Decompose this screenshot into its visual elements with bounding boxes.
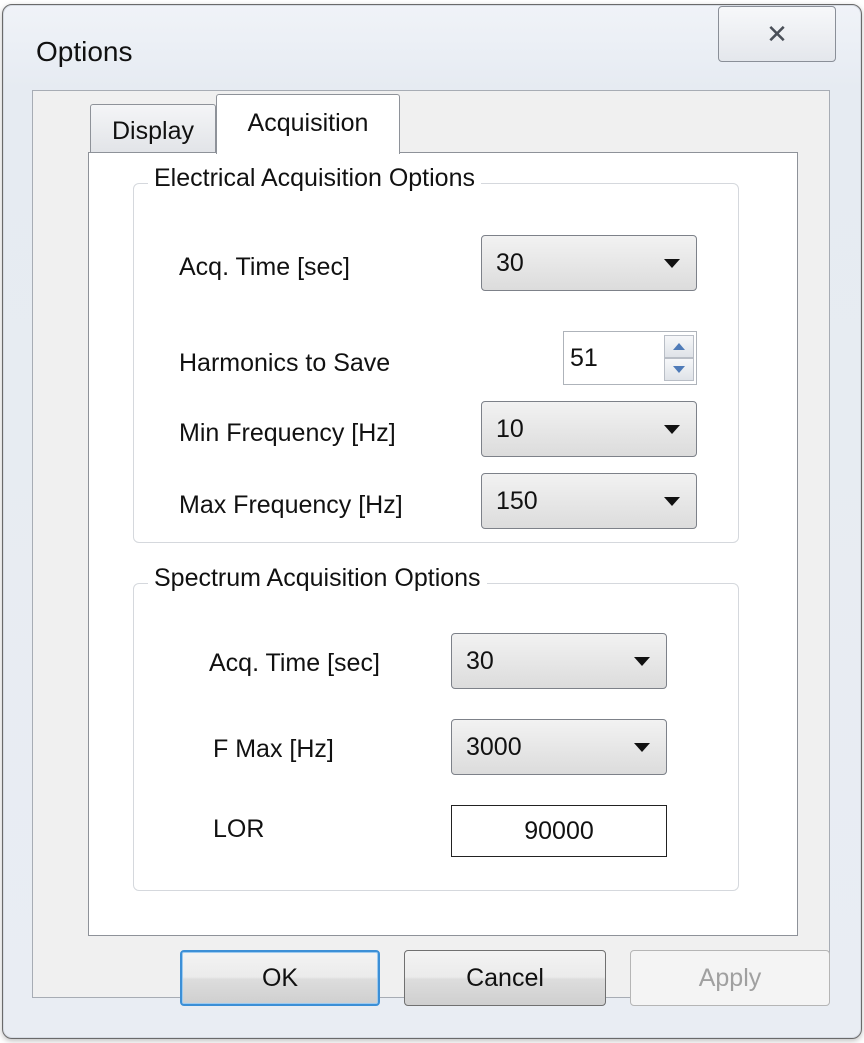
- tab-acquisition[interactable]: Acquisition: [216, 94, 400, 154]
- min-frequency-value: 10: [496, 414, 524, 443]
- electrical-acq-time-select[interactable]: 30: [481, 235, 697, 291]
- spin-down-button[interactable]: [664, 358, 694, 381]
- max-frequency-value: 150: [496, 486, 538, 515]
- ok-button[interactable]: OK: [180, 950, 380, 1006]
- spin-up-button[interactable]: [664, 335, 694, 358]
- spin-down-icon: [673, 366, 685, 373]
- fmax-select[interactable]: 3000: [451, 719, 667, 775]
- chevron-down-icon: [634, 657, 650, 666]
- spectrum-acq-time-value: 30: [466, 646, 494, 675]
- tab-display[interactable]: Display: [90, 104, 216, 152]
- close-button[interactable]: ✕: [718, 6, 836, 62]
- min-frequency-label: Min Frequency [Hz]: [179, 419, 396, 447]
- spectrum-acq-time-label: Acq. Time [sec]: [209, 649, 380, 677]
- harmonics-value: 51: [570, 343, 598, 372]
- cancel-button[interactable]: Cancel: [404, 950, 606, 1006]
- harmonics-label: Harmonics to Save: [179, 349, 391, 377]
- lor-input[interactable]: 90000: [451, 805, 667, 857]
- spectrum-group-legend: Spectrum Acquisition Options: [148, 564, 487, 593]
- harmonics-stepper[interactable]: 51: [563, 331, 697, 385]
- tab-acquisition-label: Acquisition: [247, 109, 369, 137]
- spin-up-icon: [673, 343, 685, 350]
- min-frequency-select[interactable]: 10: [481, 401, 697, 457]
- acquisition-tab-panel: Electrical Acquisition Options Acq. Time…: [88, 152, 798, 936]
- ok-button-label: OK: [261, 963, 299, 992]
- lor-label: LOR: [213, 815, 265, 843]
- electrical-acq-time-value: 30: [496, 248, 524, 277]
- tab-display-label: Display: [112, 117, 194, 145]
- harmonics-spin-buttons: [664, 335, 694, 381]
- electrical-group-legend: Electrical Acquisition Options: [148, 164, 481, 193]
- fmax-value: 3000: [466, 732, 522, 761]
- cancel-button-label: Cancel: [466, 963, 544, 992]
- apply-button-label: Apply: [698, 963, 762, 992]
- max-frequency-select[interactable]: 150: [481, 473, 697, 529]
- fmax-label: F Max [Hz]: [213, 735, 334, 763]
- lor-value: 90000: [524, 816, 594, 845]
- chevron-down-icon: [664, 259, 680, 268]
- chevron-down-icon: [634, 743, 650, 752]
- max-frequency-label: Max Frequency [Hz]: [179, 491, 403, 519]
- chevron-down-icon: [664, 497, 680, 506]
- electrical-acq-time-label: Acq. Time [sec]: [179, 253, 350, 281]
- spectrum-acq-time-select[interactable]: 30: [451, 633, 667, 689]
- close-icon: ✕: [766, 18, 788, 49]
- dialog-title: Options: [36, 36, 133, 67]
- apply-button[interactable]: Apply: [630, 950, 830, 1006]
- chevron-down-icon: [664, 425, 680, 434]
